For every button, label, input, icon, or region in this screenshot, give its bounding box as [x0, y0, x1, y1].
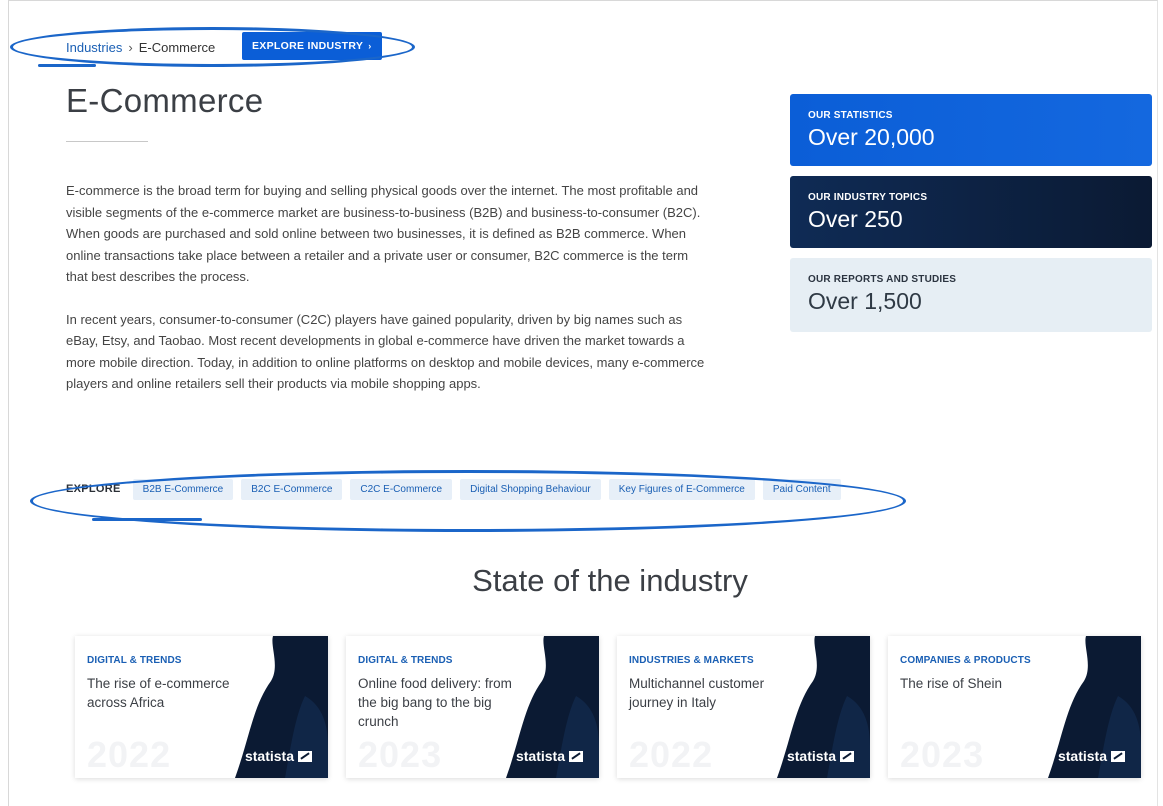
card-year: 2022 [87, 734, 172, 775]
explore-industry-button[interactable]: EXPLORE INDUSTRY › [242, 32, 382, 60]
stat-value: Over 20,000 [808, 124, 935, 150]
tag-digital-shopping-behaviour[interactable]: Digital Shopping Behaviour [460, 478, 601, 500]
brand-name: statista [1057, 748, 1107, 764]
tag-c2c-ecommerce[interactable]: C2C E-Commerce [350, 478, 453, 500]
statista-logo: statista [516, 748, 583, 764]
tag-key-figures-ecommerce[interactable]: Key Figures of E-Commerce [608, 478, 755, 500]
breadcrumb: Industries › E-Commerce [66, 36, 215, 58]
tag-b2b-ecommerce[interactable]: B2B E-Commerce [132, 478, 234, 500]
explore-tags-row: EXPLORE B2B E-Commerce B2C E-Commerce C2… [66, 478, 849, 500]
stat-value: Over 250 [808, 206, 903, 232]
card-year: 2022 [629, 734, 714, 775]
stat-reports-studies[interactable]: OUR REPORTS AND STUDIES Over 1,500 [790, 258, 1152, 332]
card-year: 2023 [900, 734, 985, 775]
page-title: E-Commerce [66, 82, 264, 119]
breadcrumb-industries-link[interactable]: Industries [66, 40, 122, 55]
chevron-right-icon: › [368, 41, 372, 51]
breadcrumb-separator: › [128, 39, 133, 55]
brand-name: statista [786, 748, 836, 764]
industry-card[interactable]: DIGITAL & TRENDS The rise of e-commerce … [75, 636, 328, 778]
title-divider [66, 141, 148, 142]
breadcrumb-current: E-Commerce [138, 39, 216, 55]
card-title: Online food delivery: from the big bang … [358, 676, 512, 729]
card-title: The rise of e-commerce across Africa [87, 676, 230, 710]
statista-mark-icon [298, 750, 312, 762]
brand-name: statista [515, 748, 565, 764]
industry-cards: DIGITAL & TRENDS The rise of e-commerce … [75, 636, 1141, 778]
stat-label: OUR INDUSTRY TOPICS [808, 192, 928, 203]
description-paragraph: E-commerce is the broad term for buying … [66, 183, 701, 284]
card-category: DIGITAL & TRENDS [358, 655, 453, 666]
statista-mark-icon [569, 750, 583, 762]
brand-name: statista [244, 748, 294, 764]
explore-label: EXPLORE [66, 483, 121, 495]
description-paragraph: In recent years, consumer-to-consumer (C… [66, 311, 705, 392]
card-category: DIGITAL & TRENDS [87, 655, 182, 666]
card-year: 2023 [358, 734, 443, 775]
card-category: COMPANIES & PRODUCTS [900, 655, 1031, 666]
card-title: Multichannel customer journey in Italy [629, 676, 765, 710]
tag-b2c-ecommerce[interactable]: B2C E-Commerce [241, 478, 343, 500]
stat-value: Over 1,500 [808, 288, 922, 314]
industry-card[interactable]: COMPANIES & PRODUCTS The rise of Shein 2… [888, 636, 1141, 778]
explore-industry-label: EXPLORE INDUSTRY [252, 40, 364, 52]
statista-logo: statista [245, 748, 312, 764]
industry-card[interactable]: INDUSTRIES & MARKETS Multichannel custom… [617, 636, 870, 778]
stat-label: OUR REPORTS AND STUDIES [808, 274, 957, 285]
card-category: INDUSTRIES & MARKETS [629, 655, 754, 666]
section-title: State of the industry [472, 563, 748, 598]
industry-card[interactable]: DIGITAL & TRENDS Online food delivery: f… [346, 636, 599, 778]
card-title: The rise of Shein [900, 676, 1003, 691]
statista-logo: statista [787, 748, 854, 764]
statista-mark-icon [1111, 750, 1125, 762]
stat-label: OUR STATISTICS [808, 110, 893, 121]
statista-mark-icon [840, 750, 854, 762]
stat-industry-topics[interactable]: OUR INDUSTRY TOPICS Over 250 [790, 176, 1152, 248]
statista-logo: statista [1058, 748, 1125, 764]
stat-statistics[interactable]: OUR STATISTICS Over 20,000 [790, 94, 1152, 166]
industry-description: E-commerce is the broad term for buying … [66, 180, 706, 416]
tag-paid-content[interactable]: Paid Content [762, 478, 841, 500]
